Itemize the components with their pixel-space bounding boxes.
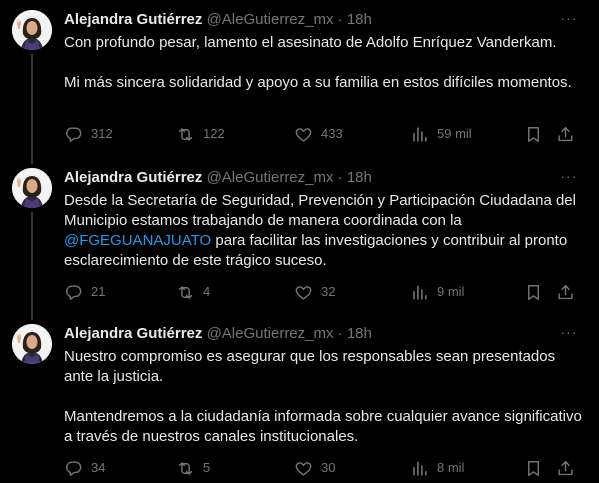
bookmark-icon <box>524 283 543 302</box>
tweet-header: Alejandra Gutiérrez @AleGutierrez_mx · 1… <box>64 10 584 30</box>
views-button[interactable]: 8 mil <box>410 458 464 478</box>
repost-icon <box>176 125 195 144</box>
share-icon <box>556 283 575 302</box>
like-icon <box>294 283 313 302</box>
views-icon <box>410 459 429 478</box>
views-count: 59 mil <box>437 126 472 141</box>
repost-button[interactable]: 4 <box>176 282 210 302</box>
tweet-paragraph: Con profundo pesar, lamento el asesinato… <box>64 34 557 51</box>
tweet-text: Desde la Secretaría de Seguridad, Preven… <box>64 191 584 271</box>
tweet-text: Con profundo pesar, lamento el asesinato… <box>64 33 584 93</box>
reply-count: 21 <box>91 284 106 299</box>
author-handle[interactable]: @AleGutierrez_mx <box>207 169 334 186</box>
tweet-text: Nuestro compromiso es asegurar que los r… <box>64 347 584 447</box>
repost-button[interactable]: 5 <box>176 458 210 478</box>
tweet-timestamp[interactable]: 18h <box>347 169 372 186</box>
repost-count: 5 <box>203 460 211 475</box>
avatar[interactable] <box>12 324 52 364</box>
tweet-paragraph: Mi más sincera solidaridad y apoyo a su … <box>64 74 572 91</box>
views-count: 9 mil <box>437 284 465 299</box>
reply-icon <box>64 459 83 478</box>
bookmark-icon <box>524 459 543 478</box>
views-button[interactable]: 59 mil <box>410 124 472 144</box>
tweet-paragraph: Mantendremos a la ciudadanía informada s… <box>64 408 582 445</box>
author-handle[interactable]: @AleGutierrez_mx <box>207 11 334 28</box>
tweet-paragraph: Desde la Secretaría de Seguridad, Preven… <box>64 191 584 271</box>
tweet-content: Alejandra Gutiérrez @AleGutierrez_mx · 1… <box>64 10 584 93</box>
share-icon <box>556 125 575 144</box>
reply-button[interactable]: 312 <box>64 124 113 144</box>
tweet-header: Alejandra Gutiérrez @AleGutierrez_mx · 1… <box>64 168 584 188</box>
reply-button[interactable]: 34 <box>64 458 105 478</box>
share-button[interactable] <box>556 282 575 302</box>
tweet-actions: 312 122 433 59 mil <box>64 124 584 144</box>
share-button[interactable] <box>556 458 575 478</box>
reply-count: 34 <box>91 460 106 475</box>
views-icon <box>410 283 429 302</box>
author-name[interactable]: Alejandra Gutiérrez <box>64 325 202 342</box>
separator-dot: · <box>337 169 343 186</box>
tweet-header: Alejandra Gutiérrez @AleGutierrez_mx · 1… <box>64 324 584 344</box>
repost-count: 4 <box>203 284 211 299</box>
tweet-content: Alejandra Gutiérrez @AleGutierrez_mx · 1… <box>64 324 584 447</box>
share-icon <box>556 459 575 478</box>
tweet-actions: 21 4 32 9 mil <box>64 282 584 302</box>
bookmark-button[interactable] <box>524 282 543 302</box>
like-icon <box>294 459 313 478</box>
share-button[interactable] <box>556 124 575 144</box>
reply-button[interactable]: 21 <box>64 282 105 302</box>
tweet-text-segment: Desde la Secretaría de Seguridad, Preven… <box>64 192 576 229</box>
views-button[interactable]: 9 mil <box>410 282 464 302</box>
views-icon <box>410 125 429 144</box>
reply-count: 312 <box>91 126 113 141</box>
tweet-content: Alejandra Gutiérrez @AleGutierrez_mx · 1… <box>64 168 584 271</box>
like-button[interactable]: 30 <box>294 458 335 478</box>
tweet-paragraph: Nuestro compromiso es asegurar que los r… <box>64 348 556 385</box>
repost-button[interactable]: 122 <box>176 124 225 144</box>
like-button[interactable]: 433 <box>294 124 343 144</box>
bookmark-button[interactable] <box>524 124 543 144</box>
like-count: 32 <box>321 284 336 299</box>
avatar[interactable] <box>12 168 52 208</box>
like-count: 433 <box>321 126 343 141</box>
tweet-actions: 34 5 30 8 mil <box>64 458 584 478</box>
mention-link[interactable]: @FGEGUANAJUATO <box>64 232 211 249</box>
repost-icon <box>176 283 195 302</box>
reply-icon <box>64 125 83 144</box>
avatar[interactable] <box>12 10 52 50</box>
author-name[interactable]: Alejandra Gutiérrez <box>64 169 202 186</box>
views-count: 8 mil <box>437 460 465 475</box>
tweet-thread: · · · Alejandra Gutiérrez @AleGutierrez_mx… <box>0 0 599 483</box>
separator-dot: · <box>337 11 343 28</box>
repost-count: 122 <box>203 126 225 141</box>
like-count: 30 <box>321 460 336 475</box>
tweet-timestamp[interactable]: 18h <box>347 325 372 342</box>
separator-dot: · <box>337 325 343 342</box>
repost-icon <box>176 459 195 478</box>
author-handle[interactable]: @AleGutierrez_mx <box>207 325 334 342</box>
like-icon <box>294 125 313 144</box>
author-name[interactable]: Alejandra Gutiérrez <box>64 11 202 28</box>
like-button[interactable]: 32 <box>294 282 335 302</box>
tweet[interactable]: ··· Alejandra Gutiérrez @AleGutierrez_mx… <box>0 10 599 150</box>
reply-icon <box>64 283 83 302</box>
tweet[interactable]: ··· Alejandra Gutiérrez @AleGutierrez_mx… <box>0 324 599 480</box>
tweet-timestamp[interactable]: 18h <box>347 11 372 28</box>
bookmark-icon <box>524 125 543 144</box>
tweet[interactable]: ··· Alejandra Gutiérrez @AleGutierrez_mx… <box>0 168 599 308</box>
bookmark-button[interactable] <box>524 458 543 478</box>
